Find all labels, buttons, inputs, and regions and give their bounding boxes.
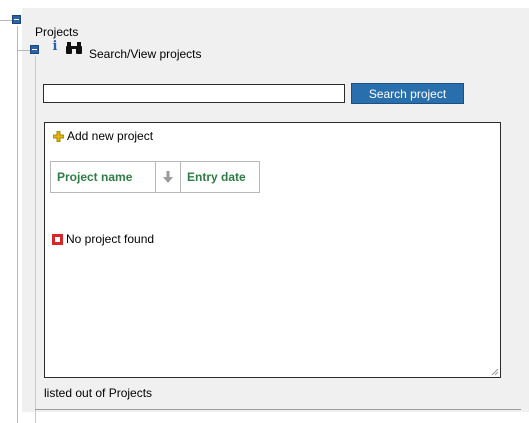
results-area: Add new project Project name Entry date <box>44 122 501 378</box>
tree-root-label[interactable]: Projects <box>35 25 78 39</box>
sort-column-header[interactable] <box>155 161 181 193</box>
add-new-project-link[interactable]: Add new project <box>67 129 153 143</box>
collapse-toggle-icon[interactable] <box>12 15 21 24</box>
footer-status: listed out of Projects <box>44 386 153 400</box>
binoculars-icon <box>66 42 82 54</box>
search-input[interactable] <box>43 84 345 103</box>
plus-icon <box>53 130 64 142</box>
tree-connector <box>0 20 12 21</box>
empty-state: No project found <box>52 232 154 246</box>
tree-node-label[interactable]: Search/View projects <box>89 47 202 61</box>
sort-arrow-icon[interactable] <box>162 170 174 184</box>
projects-table: Project name Entry date <box>50 161 260 193</box>
add-project-row[interactable]: Add new project <box>53 129 153 143</box>
search-project-button[interactable]: Search project <box>351 83 464 104</box>
divider <box>35 409 521 410</box>
collapse-toggle-icon[interactable] <box>30 45 39 54</box>
projects-page: Projects i Search/View projects Search p… <box>0 0 529 423</box>
info-icon[interactable]: i <box>50 40 60 54</box>
column-header-project-name[interactable]: Project name <box>50 161 156 193</box>
table-header-row: Project name Entry date <box>50 161 260 193</box>
tree-connector <box>18 50 30 51</box>
resize-grip-icon[interactable] <box>491 368 499 376</box>
tree-line <box>35 56 36 423</box>
tree-line <box>17 26 18 423</box>
error-icon <box>52 233 63 245</box>
empty-message: No project found <box>66 232 155 246</box>
column-header-entry-date[interactable]: Entry date <box>180 161 260 193</box>
